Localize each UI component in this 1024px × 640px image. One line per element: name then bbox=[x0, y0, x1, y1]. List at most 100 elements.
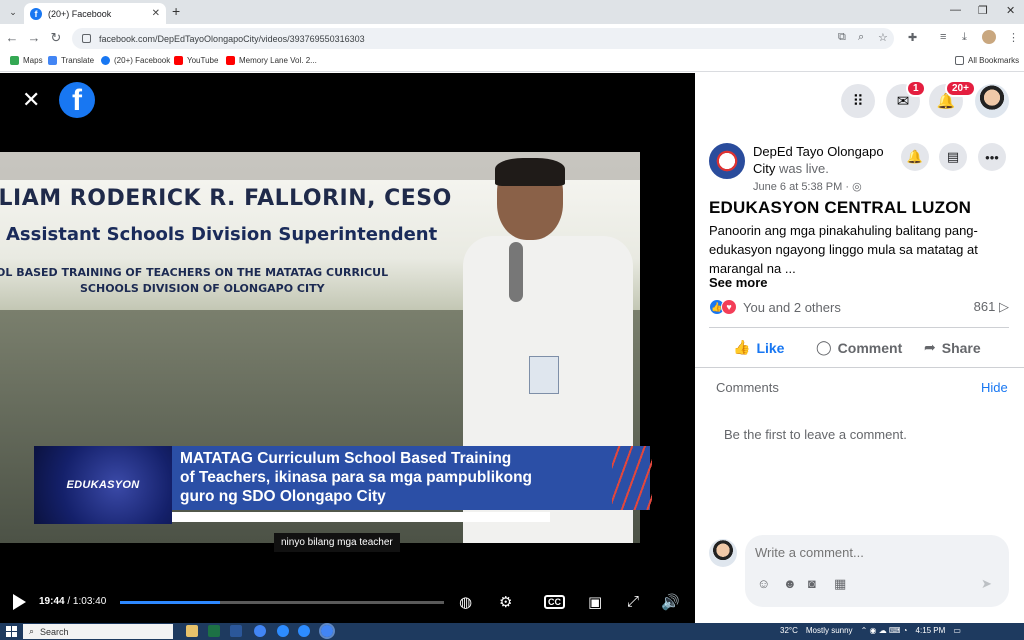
install-icon[interactable]: ⧉ bbox=[838, 31, 846, 44]
volume-icon[interactable]: 🔊 bbox=[661, 593, 680, 611]
maximize-icon[interactable]: ❐ bbox=[978, 4, 988, 17]
current-time: 19:44 bbox=[39, 596, 65, 607]
subscribe-bell-icon[interactable]: 🔔 bbox=[901, 143, 929, 171]
speaker-hair bbox=[495, 158, 565, 186]
headline-underline bbox=[172, 512, 550, 522]
facebook-logo[interactable]: f bbox=[59, 82, 95, 118]
headline-line: of Teachers, ikinasa para sa mga pampubl… bbox=[180, 469, 533, 486]
thumbs-up-icon: 👍 bbox=[733, 339, 751, 355]
picture-in-picture-icon[interactable]: ▣ bbox=[588, 593, 602, 611]
windows-start-icon[interactable] bbox=[6, 626, 17, 637]
tab-close-icon[interactable]: ✕ bbox=[152, 8, 160, 19]
window-close-icon[interactable]: ✕ bbox=[1006, 4, 1015, 17]
comment-icon: ◯ bbox=[816, 339, 832, 355]
download-icon[interactable]: ⤓ bbox=[962, 31, 967, 44]
banner-division: SCHOOLS DIVISION OF OLONGAPO CITY bbox=[80, 282, 325, 295]
browser-tab[interactable]: f (20+) Facebook ✕ bbox=[24, 3, 166, 24]
globe-icon: ◎ bbox=[852, 181, 862, 193]
facebook-favicon-icon: f bbox=[30, 7, 42, 20]
youtube-icon bbox=[174, 56, 183, 65]
send-icon[interactable]: ➤ bbox=[981, 576, 992, 592]
captions-icon[interactable]: CC bbox=[544, 595, 565, 609]
bookmark-translate[interactable]: Translate bbox=[48, 56, 94, 65]
id-badge bbox=[529, 356, 559, 394]
post-body: Panoorin ang mga pinakahuling balitang p… bbox=[709, 223, 978, 276]
fullscreen-icon[interactable]: ⤢ bbox=[627, 593, 639, 610]
comment-composer[interactable]: ☺ ☻ ◙ ▦ ➤ bbox=[745, 535, 1009, 607]
comment-input[interactable] bbox=[755, 545, 975, 560]
forward-icon[interactable]: → bbox=[26, 30, 42, 45]
reading-list-icon[interactable]: ≡ bbox=[940, 31, 946, 43]
progress-bar[interactable] bbox=[120, 601, 444, 604]
live-status: was live. bbox=[779, 161, 829, 176]
back-icon[interactable]: ← bbox=[4, 30, 20, 45]
camera-icon[interactable]: ◙ bbox=[808, 576, 816, 591]
chrome-menu-icon[interactable]: ⋮ bbox=[1008, 31, 1019, 44]
clock[interactable]: 4:15 PM bbox=[916, 626, 946, 635]
bookmark-youtube[interactable]: YouTube bbox=[174, 56, 218, 65]
messenger-icon[interactable]: ✉ 1 bbox=[886, 80, 926, 118]
avatar-sticker-icon[interactable]: ☺ bbox=[757, 576, 770, 591]
sticker-icon[interactable]: ▦ bbox=[834, 576, 846, 592]
time-display: 19:44 / 1:03:40 bbox=[39, 596, 106, 607]
chrome-icon[interactable] bbox=[254, 625, 266, 637]
extensions-icon[interactable]: ✚ bbox=[908, 31, 917, 44]
page-avatar[interactable] bbox=[709, 143, 745, 179]
menu-grid-icon[interactable]: ⠿ bbox=[841, 84, 875, 118]
video-viewer[interactable]: ✕ f LLIAM RODERICK R. FALLORIN, CESO Ass… bbox=[0, 73, 695, 623]
account-avatar[interactable] bbox=[975, 84, 1009, 118]
zoom-app-icon[interactable] bbox=[298, 625, 310, 637]
post-timestamp[interactable]: June 6 at 5:38 PM · ◎ bbox=[753, 180, 862, 193]
comment-button[interactable]: ◯ Comment bbox=[816, 339, 902, 356]
excel-icon[interactable] bbox=[208, 625, 220, 637]
like-button[interactable]: 👍 Like bbox=[733, 339, 784, 356]
youtube-icon bbox=[226, 56, 235, 65]
see-more-link[interactable]: See more bbox=[709, 275, 768, 290]
taskbar-search[interactable]: ⌕ Search bbox=[23, 624, 173, 639]
emoji-icon[interactable]: ☻ bbox=[783, 576, 797, 591]
hide-comments-button[interactable]: Hide bbox=[981, 380, 1008, 395]
browser-tab-strip: ⌄ f (20+) Facebook ✕ + — ❐ ✕ bbox=[0, 0, 1024, 24]
chrome-active-icon[interactable] bbox=[319, 623, 335, 639]
minimize-icon[interactable]: — bbox=[950, 4, 961, 16]
weather-desc[interactable]: Mostly sunny bbox=[806, 626, 853, 635]
duration: / 1:03:40 bbox=[67, 596, 107, 607]
folder-icon bbox=[955, 56, 964, 65]
file-explorer-icon[interactable] bbox=[186, 625, 198, 637]
all-bookmarks[interactable]: All Bookmarks bbox=[955, 56, 1019, 65]
reactions-row[interactable]: 👍 ♥ You and 2 others 861 ▷ bbox=[709, 297, 1009, 317]
settings-icon[interactable]: ⚙ bbox=[499, 593, 512, 611]
bookmark-maps[interactable]: Maps bbox=[10, 56, 43, 65]
comment-bubble-icon[interactable]: ◍ bbox=[459, 593, 472, 611]
profile-avatar[interactable] bbox=[982, 30, 996, 44]
bookmark-facebook[interactable]: (20+) Facebook bbox=[101, 56, 170, 65]
bookmark-memory-lane[interactable]: Memory Lane Vol. 2... bbox=[226, 56, 317, 65]
save-icon[interactable]: ▤ bbox=[939, 143, 967, 171]
commenter-avatar[interactable] bbox=[709, 539, 737, 567]
reload-icon[interactable]: ↻ bbox=[48, 30, 64, 46]
site-info-icon[interactable] bbox=[82, 34, 91, 43]
bell-icon[interactable]: 🔔 20+ bbox=[929, 80, 976, 118]
banner-event: OL BASED TRAINING OF TEACHERS ON THE MAT… bbox=[0, 266, 389, 279]
reactions-summary[interactable]: You and 2 others bbox=[743, 300, 841, 315]
maps-icon bbox=[10, 56, 19, 65]
new-tab-icon[interactable]: + bbox=[172, 3, 180, 19]
more-options-icon[interactable]: ••• bbox=[978, 143, 1006, 171]
weather-temp[interactable]: 32°C bbox=[780, 626, 798, 635]
zoom-app-icon[interactable] bbox=[277, 625, 289, 637]
tab-search-icon[interactable]: ⌄ bbox=[6, 5, 20, 19]
bookmark-star-icon[interactable]: ☆ bbox=[878, 31, 888, 44]
zoom-icon[interactable]: ⌕ bbox=[858, 31, 864, 44]
word-icon[interactable] bbox=[230, 625, 242, 637]
empty-comments-message: Be the first to leave a comment. bbox=[724, 427, 907, 442]
view-count: 861 ▷ bbox=[973, 299, 1009, 314]
post-side-panel: ⠿ ✉ 1 🔔 20+ DepEd Tayo Olongapo City was… bbox=[695, 73, 1024, 623]
play-icon[interactable] bbox=[13, 594, 26, 610]
tray-icons[interactable]: ⌃ ◉ ☁ ⌨ ◔ bbox=[861, 626, 908, 635]
notification-center-icon[interactable]: ▭ bbox=[953, 626, 961, 635]
post-title: EDUKASYON CENTRAL LUZON bbox=[709, 198, 972, 217]
close-icon[interactable]: ✕ bbox=[22, 89, 40, 111]
video-controls: 19:44 / 1:03:40 ◍ ⚙ CC ▣ ⤢ 🔊 bbox=[0, 585, 695, 621]
share-button[interactable]: ➦ Share bbox=[924, 339, 981, 356]
address-bar[interactable]: facebook.com/DepEdTayoOlongapoCity/video… bbox=[72, 28, 894, 49]
